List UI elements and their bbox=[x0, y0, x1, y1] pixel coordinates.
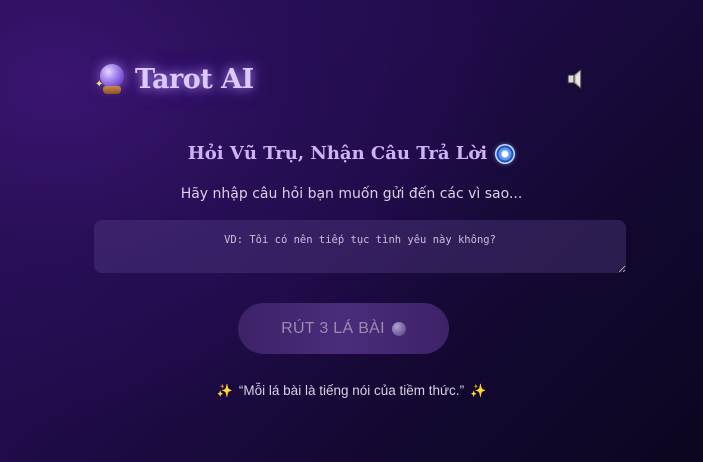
quote-text: “Mỗi lá bài là tiếng nói của tiềm thức.” bbox=[238, 383, 465, 398]
app-logo: ✦ Tarot AI bbox=[95, 62, 254, 96]
page-heading: Hỏi Vũ Trụ, Nhận Câu Trả Lời bbox=[0, 143, 703, 164]
crystal-ball-icon bbox=[391, 321, 406, 336]
draw-cards-label: RÚT 3 LÁ BÀI bbox=[281, 319, 385, 337]
evil-eye-icon bbox=[495, 143, 516, 164]
question-input[interactable] bbox=[94, 220, 626, 273]
sound-toggle-button[interactable] bbox=[566, 66, 590, 92]
draw-cards-button[interactable]: RÚT 3 LÁ BÀI bbox=[238, 303, 449, 354]
heading-text: Hỏi Vũ Trụ, Nhận Câu Trả Lời bbox=[187, 143, 488, 164]
speaker-muted-icon bbox=[567, 67, 582, 91]
app-title: Tarot AI bbox=[135, 63, 254, 95]
sparkles-icon: ✨ bbox=[470, 383, 487, 398]
tarot-quote: ✨ “Mỗi lá bài là tiếng nói của tiềm thức… bbox=[0, 383, 703, 398]
crystal-ball-icon: ✦ bbox=[95, 62, 127, 96]
page-subtitle: Hãy nhập câu hỏi bạn muốn gửi đến các vì… bbox=[180, 186, 523, 202]
sparkles-icon: ✨ bbox=[216, 383, 233, 398]
